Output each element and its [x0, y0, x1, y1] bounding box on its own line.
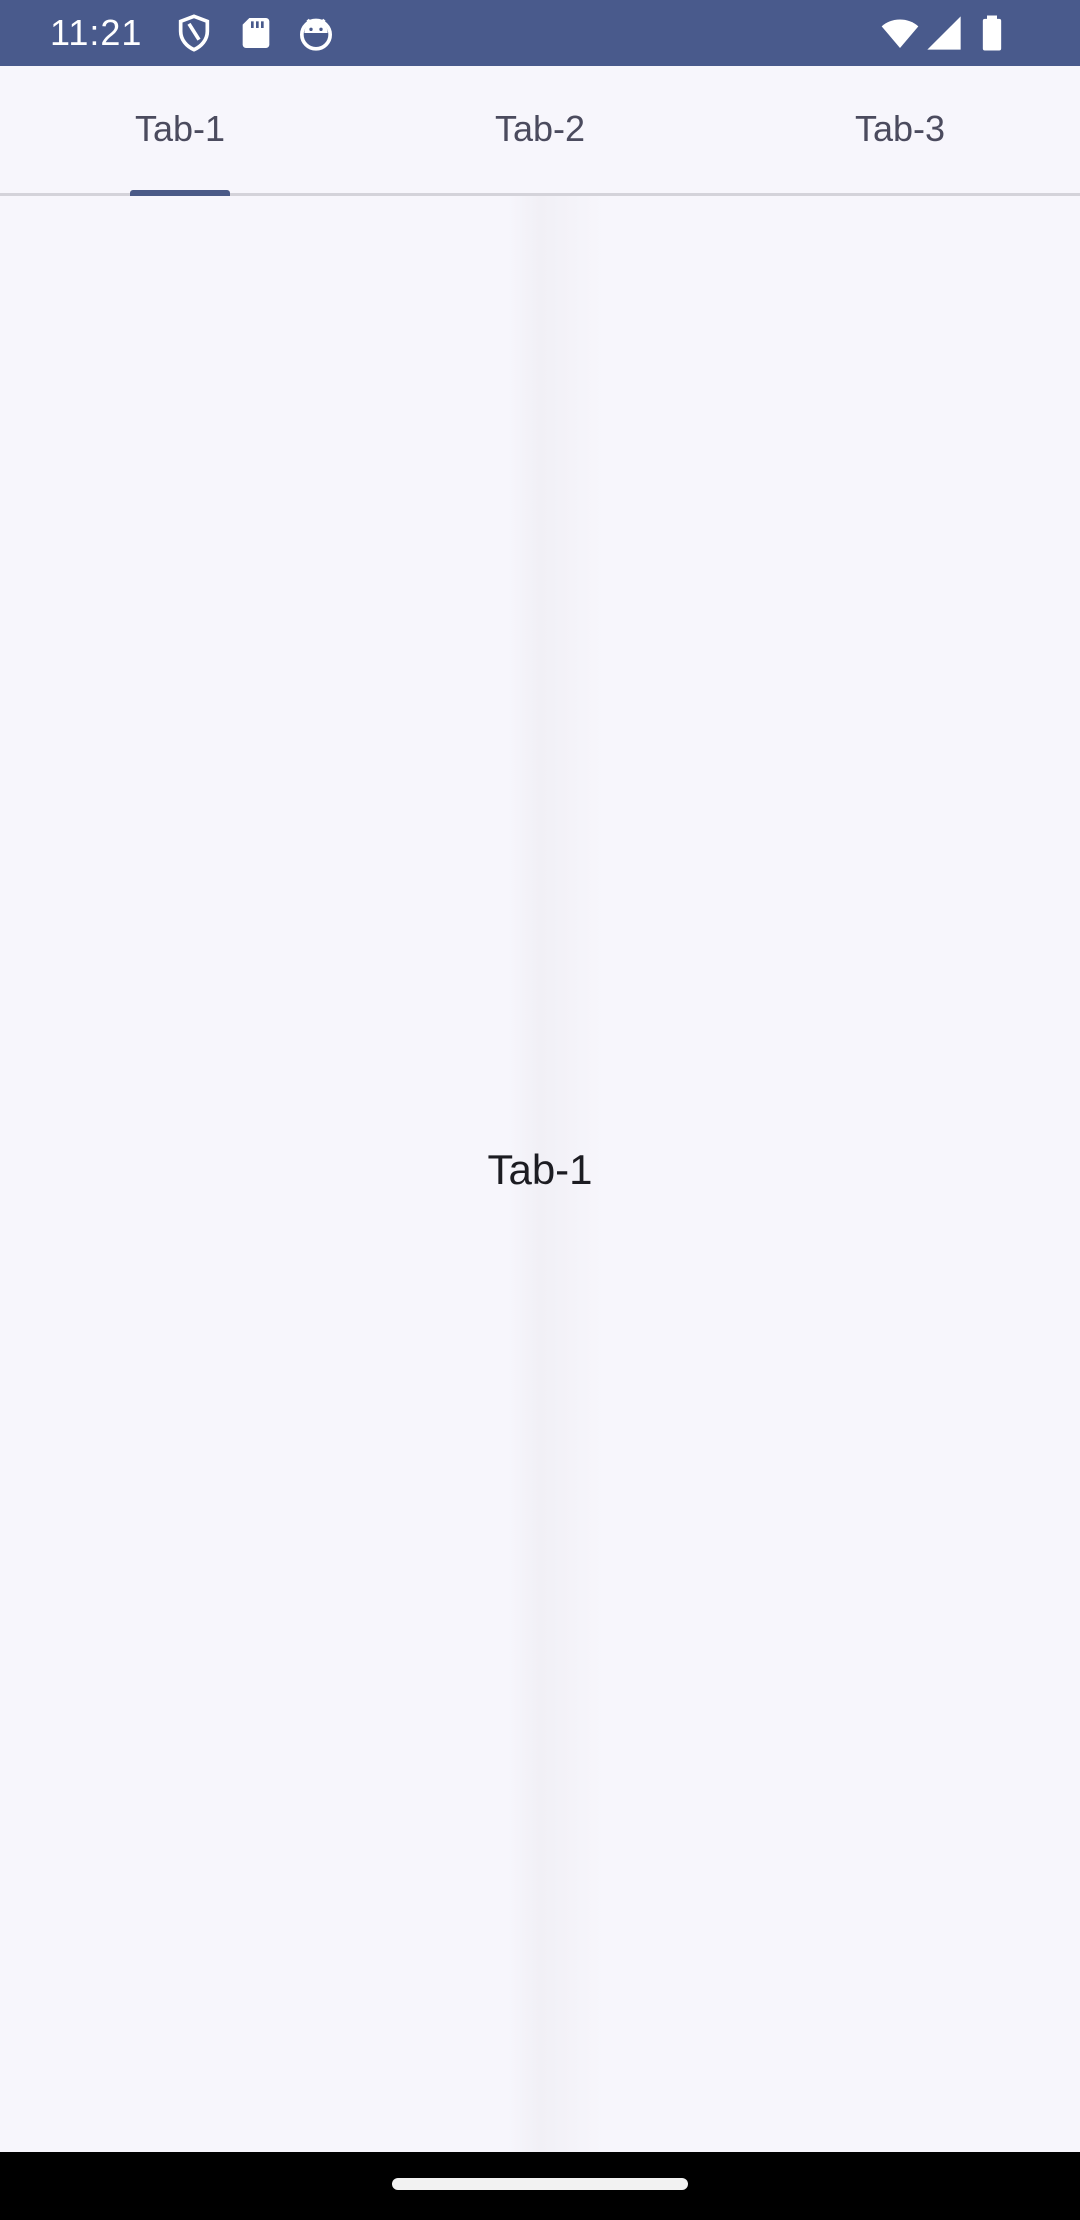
tab-2-label: Tab-2 — [494, 108, 586, 149]
tab-1-label: Tab-1 — [134, 108, 226, 149]
status-time: 11:21 — [50, 12, 143, 53]
sd-card-icon — [236, 13, 276, 53]
shield-icon — [174, 13, 214, 53]
tab-bar: Tab-1 Tab-2 Tab-3 — [0, 66, 1080, 196]
status-bar: 11:21 — [0, 0, 1080, 66]
cellular-signal-icon — [924, 13, 964, 53]
tab-2[interactable]: Tab-2 — [360, 66, 720, 193]
battery-icon — [972, 13, 1012, 53]
tab-1[interactable]: Tab-1 — [0, 66, 360, 196]
system-navigation-bar — [0, 2152, 1080, 2220]
tab-content-pane[interactable]: Tab-1 — [0, 196, 1080, 2152]
tab-3[interactable]: Tab-3 — [720, 66, 1080, 193]
app-screen: 11:21 Tab-1 Tab-2 Tab-3 Tab-1 — [0, 0, 1080, 2220]
wifi-icon — [880, 13, 920, 53]
tab-content-text: Tab-1 — [487, 1146, 593, 1193]
tab-3-label: Tab-3 — [854, 108, 946, 149]
android-head-icon — [296, 13, 336, 53]
home-gesture-handle[interactable] — [392, 2178, 688, 2190]
